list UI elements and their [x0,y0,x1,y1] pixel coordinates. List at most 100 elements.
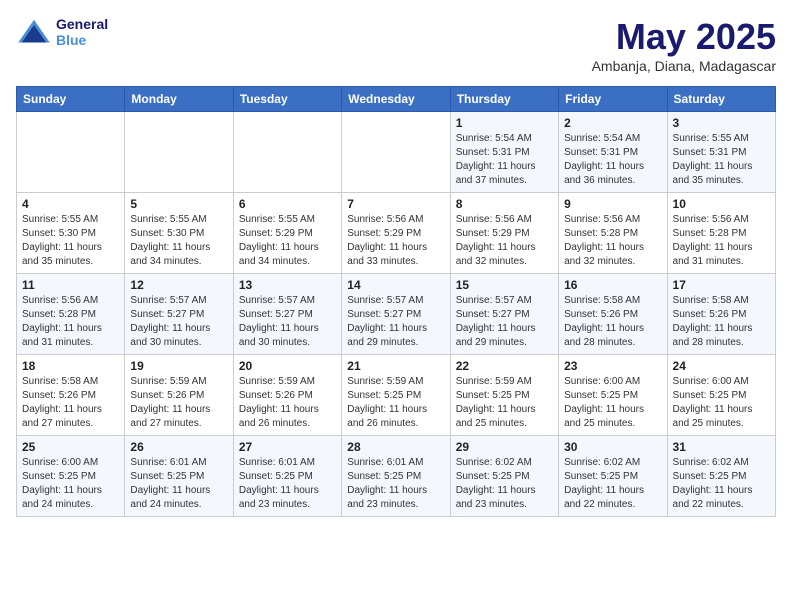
day-number: 14 [347,278,444,292]
day-cell: 1 Sunrise: 5:54 AM Sunset: 5:31 PM Daylig… [450,112,558,193]
day-cell: 19 Sunrise: 5:59 AM Sunset: 5:26 PM Dayli… [125,355,233,436]
day-cell: 13 Sunrise: 5:57 AM Sunset: 5:27 PM Dayli… [233,274,341,355]
day-info: Sunrise: 5:57 AM Sunset: 5:27 PM Dayligh… [130,294,227,350]
day-info: Sunrise: 5:56 AM Sunset: 5:28 PM Dayligh… [22,294,119,350]
day-cell: 6Sunrise: 5:55 AM Sunset: 5:29 PM Daylig… [233,193,341,274]
weekday-header-monday: Monday [125,87,233,112]
day-info: Sunrise: 5:59 AM Sunset: 5:25 PM Dayligh… [347,375,444,431]
week-row-5: 25Sunrise: 6:00 AM Sunset: 5:25 PM Dayli… [17,436,776,517]
day-info: Sunrise: 6:02 AM Sunset: 5:25 PM Dayligh… [673,456,770,512]
day-number: 11 [22,278,119,292]
logo-icon [16,18,52,46]
day-cell: 7 Sunrise: 5:56 AM Sunset: 5:29 PM Daylig… [342,193,450,274]
day-cell: 20Sunrise: 5:59 AM Sunset: 5:26 PM Dayli… [233,355,341,436]
day-cell: 18Sunrise: 5:58 AM Sunset: 5:26 PM Dayli… [17,355,125,436]
day-cell: 11 Sunrise: 5:56 AM Sunset: 5:28 PM Dayli… [17,274,125,355]
day-cell: 25Sunrise: 6:00 AM Sunset: 5:25 PM Dayli… [17,436,125,517]
weekday-header-sunday: Sunday [17,87,125,112]
day-info: Sunrise: 5:56 AM Sunset: 5:29 PM Dayligh… [456,213,553,269]
day-number: 30 [564,440,661,454]
day-info: Sunrise: 5:55 AM Sunset: 5:29 PM Dayligh… [239,213,336,269]
day-number: 16 [564,278,661,292]
day-info: Sunrise: 6:01 AM Sunset: 5:25 PM Dayligh… [130,456,227,512]
day-info: Sunrise: 6:02 AM Sunset: 5:25 PM Dayligh… [456,456,553,512]
day-number: 21 [347,359,444,373]
calendar-table: SundayMondayTuesdayWednesdayThursdayFrid… [16,86,776,517]
day-number: 3 [673,116,770,130]
page-header: General Blue May 2025 Ambanja, Diana, Ma… [16,16,776,74]
day-cell: 22Sunrise: 5:59 AM Sunset: 5:25 PM Dayli… [450,355,558,436]
weekday-header-row: SundayMondayTuesdayWednesdayThursdayFrid… [17,87,776,112]
day-info: Sunrise: 6:01 AM Sunset: 5:25 PM Dayligh… [347,456,444,512]
day-number: 31 [673,440,770,454]
day-number: 17 [673,278,770,292]
logo: General Blue [16,16,108,48]
day-info: Sunrise: 6:00 AM Sunset: 5:25 PM Dayligh… [673,375,770,431]
day-info: Sunrise: 6:01 AM Sunset: 5:25 PM Dayligh… [239,456,336,512]
day-number: 15 [456,278,553,292]
day-info: Sunrise: 5:58 AM Sunset: 5:26 PM Dayligh… [673,294,770,350]
day-cell: 26Sunrise: 6:01 AM Sunset: 5:25 PM Dayli… [125,436,233,517]
day-cell: 31 Sunrise: 6:02 AM Sunset: 5:25 PM Dayli… [667,436,775,517]
day-info: Sunrise: 6:02 AM Sunset: 5:25 PM Dayligh… [564,456,661,512]
day-cell: 10Sunrise: 5:56 AM Sunset: 5:28 PM Dayli… [667,193,775,274]
day-cell: 12 Sunrise: 5:57 AM Sunset: 5:27 PM Dayli… [125,274,233,355]
day-info: Sunrise: 5:54 AM Sunset: 5:31 PM Dayligh… [564,132,661,188]
day-info: Sunrise: 5:59 AM Sunset: 5:26 PM Dayligh… [130,375,227,431]
day-info: Sunrise: 5:55 AM Sunset: 5:30 PM Dayligh… [22,213,119,269]
day-cell: 21 Sunrise: 5:59 AM Sunset: 5:25 PM Dayli… [342,355,450,436]
day-number: 28 [347,440,444,454]
day-number: 27 [239,440,336,454]
week-row-3: 11 Sunrise: 5:56 AM Sunset: 5:28 PM Dayli… [17,274,776,355]
day-cell [17,112,125,193]
day-number: 18 [22,359,119,373]
day-cell: 9Sunrise: 5:56 AM Sunset: 5:28 PM Daylig… [559,193,667,274]
day-number: 20 [239,359,336,373]
day-number: 1 [456,116,553,130]
day-number: 13 [239,278,336,292]
day-cell: 24 Sunrise: 6:00 AM Sunset: 5:25 PM Dayli… [667,355,775,436]
day-cell: 15 Sunrise: 5:57 AM Sunset: 5:27 PM Dayli… [450,274,558,355]
day-cell: 30 Sunrise: 6:02 AM Sunset: 5:25 PM Dayli… [559,436,667,517]
week-row-2: 4 Sunrise: 5:55 AM Sunset: 5:30 PM Daylig… [17,193,776,274]
day-cell: 28 Sunrise: 6:01 AM Sunset: 5:25 PM Dayli… [342,436,450,517]
day-info: Sunrise: 6:00 AM Sunset: 5:25 PM Dayligh… [564,375,661,431]
day-number: 12 [130,278,227,292]
day-number: 8 [456,197,553,211]
day-cell [125,112,233,193]
day-number: 19 [130,359,227,373]
day-number: 5 [130,197,227,211]
day-number: 29 [456,440,553,454]
day-info: Sunrise: 5:56 AM Sunset: 5:29 PM Dayligh… [347,213,444,269]
day-cell: 3 Sunrise: 5:55 AM Sunset: 5:31 PM Daylig… [667,112,775,193]
day-cell: 5 Sunrise: 5:55 AM Sunset: 5:30 PM Daylig… [125,193,233,274]
weekday-header-friday: Friday [559,87,667,112]
day-number: 24 [673,359,770,373]
day-info: Sunrise: 5:59 AM Sunset: 5:25 PM Dayligh… [456,375,553,431]
day-cell: 2Sunrise: 5:54 AM Sunset: 5:31 PM Daylig… [559,112,667,193]
title-block: May 2025 Ambanja, Diana, Madagascar [592,16,776,74]
day-info: Sunrise: 5:57 AM Sunset: 5:27 PM Dayligh… [456,294,553,350]
day-info: Sunrise: 5:55 AM Sunset: 5:31 PM Dayligh… [673,132,770,188]
day-info: Sunrise: 5:55 AM Sunset: 5:30 PM Dayligh… [130,213,227,269]
day-number: 7 [347,197,444,211]
day-cell: 16 Sunrise: 5:58 AM Sunset: 5:26 PM Dayli… [559,274,667,355]
day-cell: 4 Sunrise: 5:55 AM Sunset: 5:30 PM Daylig… [17,193,125,274]
day-number: 23 [564,359,661,373]
week-row-4: 18Sunrise: 5:58 AM Sunset: 5:26 PM Dayli… [17,355,776,436]
logo-text: General Blue [56,16,108,48]
day-info: Sunrise: 5:57 AM Sunset: 5:27 PM Dayligh… [239,294,336,350]
day-cell: 29 Sunrise: 6:02 AM Sunset: 5:25 PM Dayli… [450,436,558,517]
day-info: Sunrise: 5:56 AM Sunset: 5:28 PM Dayligh… [673,213,770,269]
day-number: 9 [564,197,661,211]
weekday-header-tuesday: Tuesday [233,87,341,112]
day-info: Sunrise: 6:00 AM Sunset: 5:25 PM Dayligh… [22,456,119,512]
week-row-1: 1 Sunrise: 5:54 AM Sunset: 5:31 PM Daylig… [17,112,776,193]
day-cell: 14Sunrise: 5:57 AM Sunset: 5:27 PM Dayli… [342,274,450,355]
day-cell [342,112,450,193]
day-info: Sunrise: 5:54 AM Sunset: 5:31 PM Dayligh… [456,132,553,188]
day-cell: 17 Sunrise: 5:58 AM Sunset: 5:26 PM Dayli… [667,274,775,355]
weekday-header-wednesday: Wednesday [342,87,450,112]
day-number: 4 [22,197,119,211]
day-info: Sunrise: 5:58 AM Sunset: 5:26 PM Dayligh… [564,294,661,350]
